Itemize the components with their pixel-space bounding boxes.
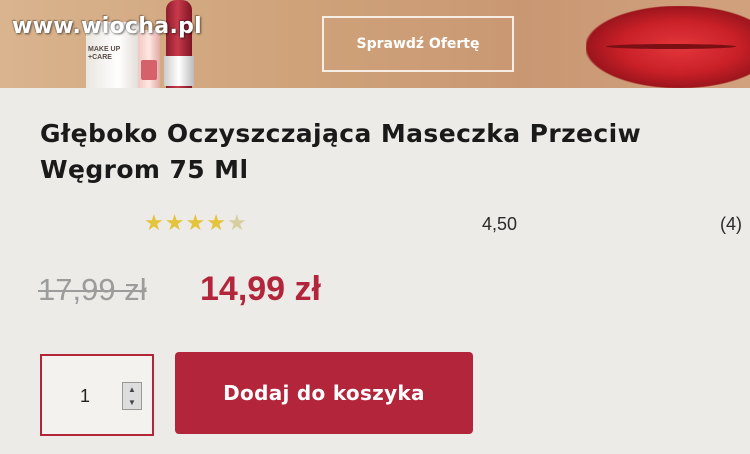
quantity-input[interactable]: 1 ▲ ▼ [40, 354, 154, 436]
star-icon: ★ [144, 210, 165, 235]
check-offer-button[interactable]: Sprawdź Ofertę [322, 16, 514, 72]
product-title: Głęboko Oczyszczająca Maseczka Przeciw W… [40, 119, 642, 184]
half-star-icon: ★ [226, 210, 248, 235]
banner-brand-text: MAKE UP +CARE [88, 46, 121, 61]
sale-price: 14,99 zł [200, 270, 321, 308]
quantity-value: 1 [80, 386, 91, 406]
star-icon: ★ [164, 210, 186, 235]
old-price: 17,99 zł [38, 272, 147, 307]
chevron-up-icon[interactable]: ▲ [128, 385, 136, 394]
lips-image [586, 6, 750, 88]
star-icon: ★ [206, 210, 227, 235]
add-to-cart-button[interactable]: Dodaj do koszyka [175, 352, 473, 434]
review-count[interactable]: (4) [720, 214, 742, 235]
promo-banner[interactable]: www.wiocha.pl MAKE UP +CARE Sprawdź Ofer… [0, 0, 750, 88]
quantity-stepper[interactable]: ▲ ▼ [122, 382, 142, 410]
rating-value: 4,50 [482, 214, 518, 234]
star-icon: ★ [185, 210, 207, 235]
chevron-down-icon[interactable]: ▼ [128, 398, 136, 407]
watermark: www.wiocha.pl [12, 14, 202, 39]
rating-stars[interactable]: ★★★★★ [144, 212, 248, 234]
product-card: Głęboko Oczyszczająca Maseczka Przeciw W… [0, 88, 750, 454]
